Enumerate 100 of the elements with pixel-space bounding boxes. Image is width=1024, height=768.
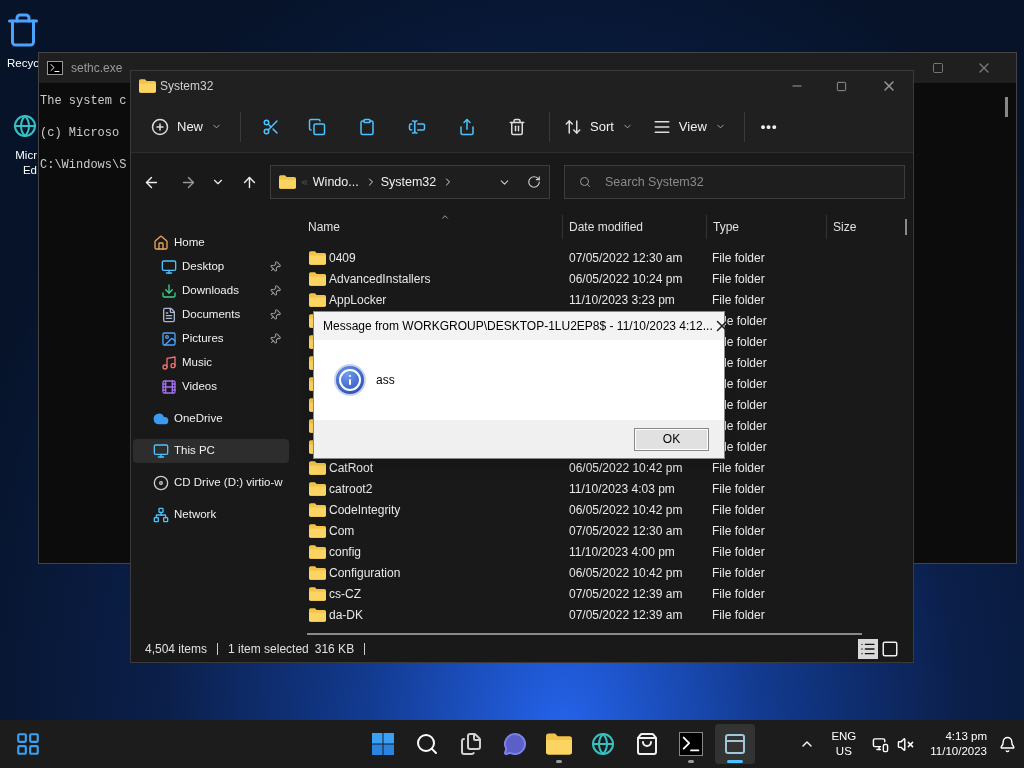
file-row[interactable]: 0409 07/05/2022 12:30 am File folder — [299, 247, 913, 268]
console-line: The system c — [40, 93, 127, 110]
nav-item[interactable]: Documents — [133, 303, 289, 327]
folder-icon — [309, 523, 326, 538]
more-button[interactable]: ••• — [750, 109, 788, 144]
file-row[interactable]: AdvancedInstallers 06/05/2022 10:24 pm File folder — [299, 268, 913, 289]
sort-button[interactable]: Sort — [558, 109, 639, 144]
folder-icon — [278, 175, 296, 189]
file-row[interactable]: Configuration 06/05/2022 10:42 pm File folder — [299, 562, 913, 583]
widgets-icon[interactable] — [15, 731, 41, 757]
network-icon — [153, 507, 169, 523]
nav-label: Network — [174, 507, 218, 523]
vertical-scrollbar[interactable] — [905, 219, 907, 235]
file-type: le folder — [724, 397, 767, 412]
nav-item[interactable]: Network — [133, 503, 289, 527]
globe-icon — [591, 732, 616, 756]
selection-size: 316 KB — [314, 641, 355, 658]
volume-muted-icon[interactable] — [897, 735, 915, 753]
file-type: le folder — [724, 439, 767, 454]
file-row[interactable]: catroot2 11/10/2023 4:03 pm File folder — [299, 478, 913, 499]
nav-item[interactable]: Home — [133, 231, 289, 255]
window-title: System32 — [160, 78, 214, 95]
nav-label: Documents — [182, 307, 242, 323]
maximize-icon[interactable] — [932, 62, 944, 74]
date-modified: 07/05/2022 12:39 am — [569, 586, 683, 601]
picture-icon — [161, 331, 177, 347]
rename-icon — [408, 117, 426, 136]
folder-icon — [139, 79, 156, 93]
dialog-message: ass — [376, 372, 395, 389]
file-row[interactable]: da-DK 07/05/2022 12:39 am File folder — [299, 604, 913, 625]
search-icon — [579, 176, 592, 188]
details-view-icon[interactable] — [858, 639, 878, 659]
file-row[interactable]: CodeIntegrity 06/05/2022 10:42 pm File folder — [299, 499, 913, 520]
file-row[interactable]: CatRoot 06/05/2022 10:42 pm File folder — [299, 457, 913, 478]
clock-date[interactable]: 11/10/2023 — [930, 744, 987, 759]
file-name: CodeIntegrity — [329, 501, 401, 519]
nav-item[interactable]: This PC — [133, 439, 289, 463]
column-header[interactable]: Type — [713, 218, 739, 236]
file-type: File folder — [712, 607, 765, 622]
new-button[interactable]: New — [143, 109, 230, 144]
nav-item[interactable]: Downloads — [133, 279, 289, 303]
notification-icon[interactable] — [999, 735, 1016, 753]
file-row[interactable]: AppLocker 11/10/2023 3:23 pm File folder — [299, 289, 913, 310]
breadcrumb[interactable]: Windo... — [312, 172, 359, 192]
address-bar[interactable]: Windo... System32 — [269, 165, 551, 199]
tiles-view-icon[interactable] — [881, 640, 899, 658]
nav-label: Home — [174, 235, 206, 251]
column-header[interactable]: Name — [308, 218, 340, 236]
search-field[interactable]: Search System32 — [564, 165, 905, 199]
bag-icon — [635, 732, 660, 756]
file-name: catroot2 — [329, 480, 373, 498]
ok-button[interactable]: OK — [634, 427, 709, 451]
scissors-icon — [262, 117, 280, 136]
share-icon — [458, 117, 476, 136]
scrollbar-thumb[interactable] — [1005, 97, 1008, 117]
nav-label: Desktop — [182, 259, 226, 275]
terminal-icon — [679, 732, 704, 756]
item-count: 4,504 items — [145, 641, 208, 658]
file-name: cs-CZ — [329, 585, 361, 603]
column-header[interactable]: Date modified — [569, 218, 644, 236]
nav-item[interactable]: CD Drive (D:) virtio-w — [133, 471, 289, 495]
nav-item[interactable]: Pictures — [133, 327, 289, 351]
plus-icon — [151, 117, 169, 136]
file-name: config — [329, 543, 362, 561]
running-indicator — [556, 760, 563, 763]
desktop-icon-label: Micr — [15, 148, 37, 163]
sort-icon — [564, 117, 582, 136]
taskbar-button[interactable] — [715, 724, 756, 764]
nav-item[interactable]: Videos — [133, 375, 289, 399]
file-type: File folder — [712, 586, 765, 601]
folder-icon — [546, 733, 573, 755]
folder-icon — [309, 607, 326, 622]
selection-info: 1 item selected — [228, 641, 309, 658]
trash-icon — [508, 117, 526, 136]
language-indicator[interactable]: US — [835, 744, 852, 759]
language-indicator[interactable]: ENG — [831, 729, 857, 744]
cloud-icon — [153, 411, 169, 427]
file-type: le folder — [724, 355, 767, 370]
file-row[interactable]: Com 07/05/2022 12:30 am File folder — [299, 520, 913, 541]
nav-item[interactable]: OneDrive — [133, 407, 289, 431]
date-modified: 07/05/2022 12:30 am — [569, 523, 683, 538]
info-icon — [334, 364, 366, 396]
clock-time[interactable]: 4:13 pm — [945, 729, 987, 744]
column-header[interactable]: Size — [833, 218, 857, 236]
nav-label: OneDrive — [174, 411, 224, 427]
view-button[interactable]: View — [640, 109, 738, 144]
refresh-icon[interactable] — [527, 175, 542, 189]
maximize-icon[interactable] — [836, 80, 847, 92]
nav-item[interactable]: Music — [133, 351, 289, 375]
file-row[interactable]: cs-CZ 07/05/2022 12:39 am File folder — [299, 583, 913, 604]
file-type: File folder — [712, 271, 765, 286]
file-row[interactable]: config 11/10/2023 4:00 pm File folder — [299, 541, 913, 562]
network-icon[interactable] — [872, 735, 890, 753]
window-icon — [723, 732, 748, 756]
console-line: (c) Microso — [40, 125, 120, 142]
file-type: le folder — [724, 334, 767, 349]
date-modified: 11/10/2023 4:00 pm — [569, 544, 675, 559]
nav-item[interactable]: Desktop — [133, 255, 289, 279]
breadcrumb[interactable]: System32 — [380, 172, 437, 192]
horizontal-scrollbar[interactable] — [307, 633, 862, 635]
